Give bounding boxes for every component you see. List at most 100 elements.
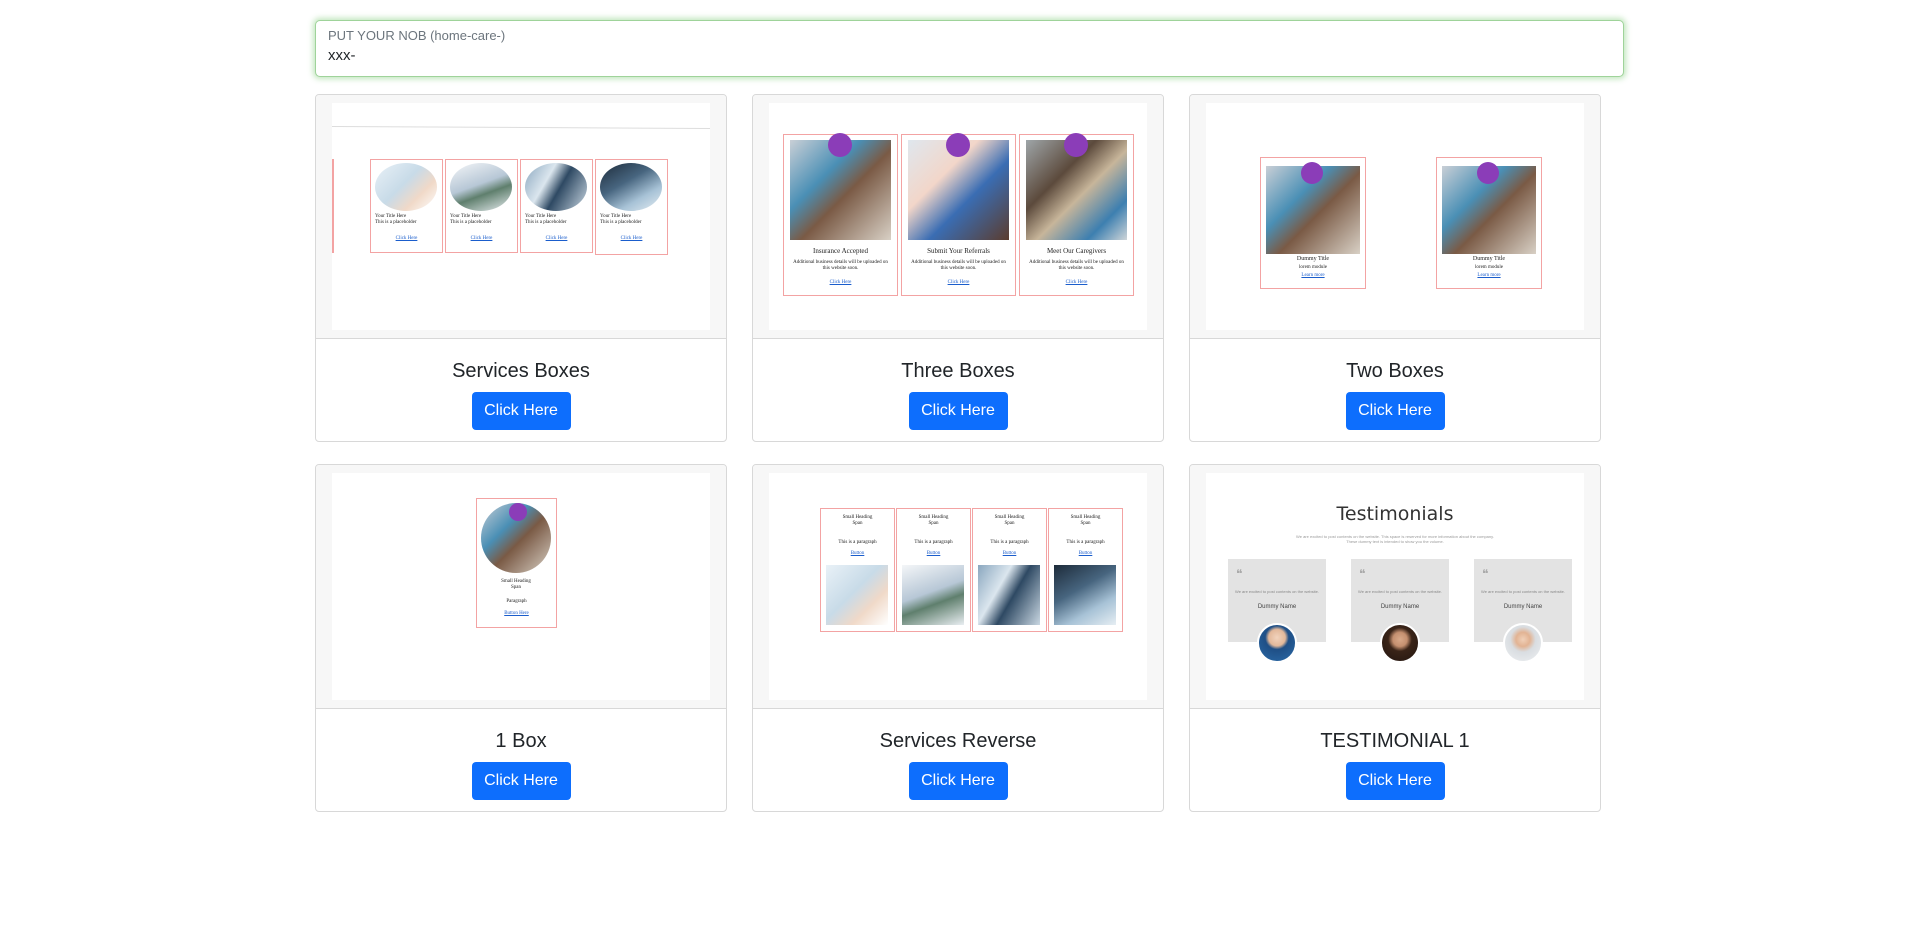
hospital-icon [1477,162,1499,184]
two-box-link[interactable]: Learn more [1261,273,1365,278]
reverse-box: Small Heading Span This is a paragraph B… [1048,508,1123,632]
two-box: Dummy Title lorem module Learn more [1260,157,1366,289]
service-photo [450,163,512,211]
testimonial-text: We are excited to post contents on the w… [1358,589,1442,594]
template-card-services-boxes: Your Title Here This is a placeholder Cl… [315,94,727,442]
divider-line [332,126,710,129]
card-thumbnail-frame: Your Title Here This is a placeholder Cl… [316,95,726,339]
three-boxes-click-button[interactable]: Click Here [908,392,1008,430]
testimonial-preview[interactable]: Testimonials We are excited to post cont… [1206,473,1584,700]
testimonial-name: Dummy Name [1503,604,1543,610]
reverse-box-link[interactable]: Button [897,551,970,556]
testimonials-heading: Testimonials [1336,503,1454,525]
nob-label: PUT YOUR NOB (home-care-) [328,28,506,43]
snowflake-icon [1064,133,1088,157]
services-reverse-click-button[interactable]: Click Here [908,762,1008,800]
testimonial-name: Dummy Name [1380,604,1420,610]
reverse-box-link[interactable]: Button [1049,551,1122,556]
single-box-text: Paragraph [506,599,527,604]
service-photo [902,565,964,625]
reverse-box: Small Heading Span This is a paragraph B… [896,508,971,632]
hospital-icon [828,133,852,157]
card-title: Services Reverse [879,730,1037,752]
info-box-text: Additional business details will be uplo… [1029,260,1124,271]
template-card-services-reverse: Small Heading Span This is a paragraph B… [752,464,1164,812]
reverse-box-title: Small Heading Span [842,515,873,526]
clipboard-icon [946,133,970,157]
service-box: Your Title Here This is a placeholder Cl… [445,159,518,253]
info-box: Insurance Accepted Additional business d… [783,133,898,296]
quote-icon: ❝ [1236,567,1243,581]
two-box-title: Dummy Title [1472,256,1506,262]
service-box-link[interactable]: Click Here [521,236,592,241]
service-box-text: This is a placeholder [375,220,417,225]
service-photo [525,163,587,211]
avatar [1380,623,1420,663]
service-box-text: This is a placeholder [525,220,567,225]
service-box-link[interactable]: Click Here [446,236,517,241]
service-box: Your Title Here This is a placeholder Cl… [595,159,668,255]
services-boxes-click-button[interactable]: Click Here [471,392,571,430]
avatar [1257,623,1297,663]
two-box-text: lorem module [1299,265,1327,270]
service-photo [826,565,888,625]
info-box-title: Submit Your Referrals [927,247,990,255]
two-box-link[interactable]: Learn more [1437,273,1541,278]
one-box-click-button[interactable]: Click Here [471,762,571,800]
template-card-1-box: Small Heading Span Paragraph Button Here… [315,464,727,812]
testimonial-text: We are excited to post contents on the w… [1481,589,1565,594]
template-card-two-boxes: Dummy Title lorem module Learn more Dumm… [1189,94,1601,442]
info-box: Meet Our Caregivers Additional business … [1019,133,1134,296]
testimonial-click-button[interactable]: Click Here [1345,762,1445,800]
single-box-link[interactable]: Button Here [477,611,556,616]
single-box: Small Heading Span Paragraph Button Here [476,498,557,628]
card-thumbnail-frame: Dummy Title lorem module Learn more Dumm… [1190,95,1600,339]
testimonial-text: We are excited to post contents on the w… [1235,589,1319,594]
service-photo [600,163,662,211]
reverse-box-text: This is a paragraph [914,540,953,545]
card-title: Services Boxes [452,360,590,382]
page-container: PUT YOUR NOB (home-care-) Your Title Her… [315,20,1624,812]
service-box-text: This is a placeholder [600,220,642,225]
reverse-box: Small Heading Span This is a paragraph B… [820,508,895,632]
three-boxes-preview[interactable]: Insurance Accepted Additional business d… [769,103,1147,330]
two-boxes-preview[interactable]: Dummy Title lorem module Learn more Dumm… [1206,103,1584,330]
nob-input[interactable] [328,47,1611,64]
info-box-text: Additional business details will be uplo… [911,260,1006,271]
two-boxes-click-button[interactable]: Click Here [1345,392,1445,430]
info-box-link[interactable]: Click Here [784,280,897,285]
quote-icon: ❝ [1482,567,1489,581]
template-card-testimonial-1: Testimonials We are excited to post cont… [1189,464,1601,812]
nob-field-container[interactable]: PUT YOUR NOB (home-care-) [315,20,1624,77]
services-boxes-preview[interactable]: Your Title Here This is a placeholder Cl… [332,103,710,330]
reverse-box-link[interactable]: Button [821,551,894,556]
reverse-box-title: Small Heading Span [918,515,949,526]
single-box-title: Small Heading Span [501,579,531,590]
reverse-box-text: This is a paragraph [1066,540,1105,545]
reverse-box-text: This is a paragraph [990,540,1029,545]
info-box-link[interactable]: Click Here [1020,280,1133,285]
service-box: Your Title Here This is a placeholder Cl… [370,159,443,253]
info-box-title: Insurance Accepted [813,247,868,255]
card-thumbnail-frame: Testimonials We are excited to post cont… [1190,465,1600,709]
reverse-box-text: This is a paragraph [838,540,877,545]
reverse-box-title: Small Heading Span [1070,515,1101,526]
info-box-link[interactable]: Click Here [902,280,1015,285]
service-box-link[interactable]: Click Here [371,236,442,241]
service-box-text: This is a placeholder [450,220,492,225]
hospital-icon [509,503,527,521]
service-box: Your Title Here This is a placeholder Cl… [520,159,593,253]
quote-icon: ❝ [1359,567,1366,581]
card-title: Two Boxes [1346,360,1444,382]
card-title: TESTIMONIAL 1 [1320,730,1470,752]
service-photo [978,565,1040,625]
reverse-box-link[interactable]: Button [973,551,1046,556]
testimonial-name: Dummy Name [1257,604,1297,610]
testimonials-subtext: We are excited to post contents on the w… [1296,534,1494,544]
cropped-box-edge [332,159,334,253]
card-thumbnail-frame: Insurance Accepted Additional business d… [753,95,1163,339]
info-box: Submit Your Referrals Additional busines… [901,133,1016,296]
service-box-link[interactable]: Click Here [596,236,667,241]
one-box-preview[interactable]: Small Heading Span Paragraph Button Here [332,473,710,700]
services-reverse-preview[interactable]: Small Heading Span This is a paragraph B… [769,473,1147,700]
